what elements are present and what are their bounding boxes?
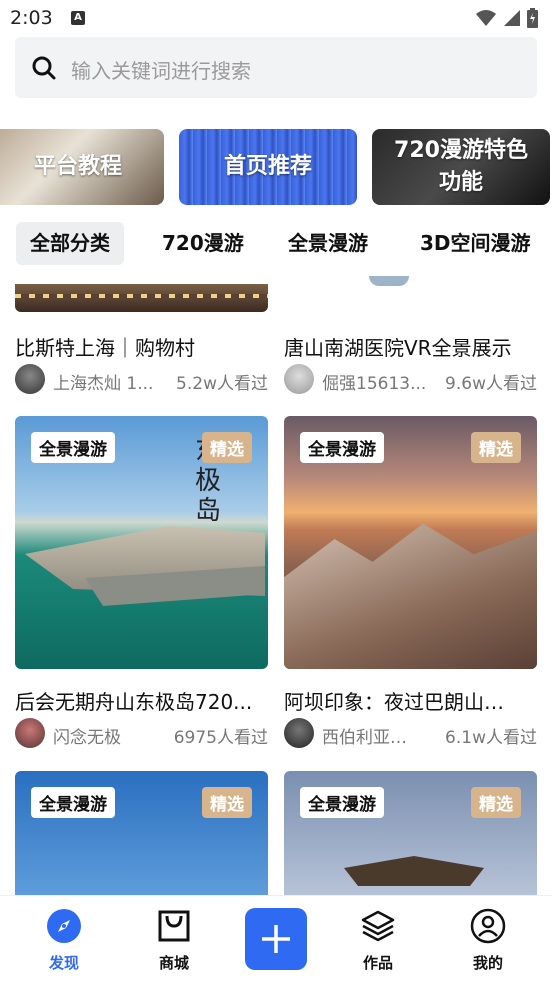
card-title: 后会无期舟山东极岛720... — [15, 690, 253, 714]
nav-label: 我的 — [472, 954, 503, 972]
nav-label: 商城 — [158, 954, 189, 972]
tab-panorama[interactable]: 全景漫游 — [288, 222, 368, 265]
banner-label: 首页推荐 — [223, 154, 312, 179]
featured-badge: 精选 — [471, 787, 521, 818]
nav-mine[interactable]: 我的 — [458, 908, 518, 973]
category-tabs: 全部分类 720漫游 全景漫游 3D空间漫游 — [0, 222, 552, 266]
card-views: 9.6w人看过 — [445, 374, 537, 394]
signal-icon — [504, 10, 520, 26]
featured-badge: 精选 — [202, 787, 252, 818]
work-card[interactable]: 全景漫游 精选 — [15, 771, 268, 895]
plus-icon — [262, 925, 290, 953]
create-button[interactable] — [245, 908, 307, 970]
work-card[interactable]: 全景漫游 精选 — [284, 771, 537, 895]
card-author: 闪念无极 — [53, 728, 121, 748]
card-thumbnail — [15, 284, 268, 312]
compass-icon — [47, 909, 81, 943]
card-title: 阿坝印象：夜过巴朗山… — [284, 690, 504, 714]
card-views: 6.1w人看过 — [445, 728, 537, 748]
notification-a-icon: A — [71, 11, 85, 25]
card-meta: 闪念无极 6975人看过 — [15, 718, 268, 750]
status-time: 2:03 — [10, 7, 53, 29]
card-title: 唐山南湖医院VR全景展示 — [284, 336, 512, 360]
shopping-bag-icon — [158, 910, 190, 942]
card-views: 6975人看过 — [173, 728, 268, 748]
nav-works[interactable]: 作品 — [348, 908, 408, 973]
work-card[interactable]: 东极岛 全景漫游 精选 后会无期舟山东极岛720... 闪念无极 6975人看过 — [15, 416, 268, 751]
wifi-icon — [476, 10, 496, 26]
avatar — [284, 364, 314, 394]
card-meta: 西伯利亚… 6.1w人看过 — [284, 718, 537, 750]
card-author: 倔强15613... — [322, 374, 427, 394]
card-thumbnail — [369, 276, 409, 286]
search-bar[interactable]: 输入关键词进行搜索 — [15, 37, 537, 98]
work-card[interactable]: 全景漫游 精选 阿坝印象：夜过巴朗山… 西伯利亚… 6.1w人看过 — [284, 416, 537, 751]
card-meta: 倔强15613... 9.6w人看过 — [284, 364, 537, 396]
nav-label: 作品 — [362, 954, 393, 972]
tag-panorama: 全景漫游 — [300, 787, 384, 818]
avatar — [284, 718, 314, 748]
featured-badge: 精选 — [202, 432, 252, 463]
work-card[interactable]: 唐山南湖医院VR全景展示 倔强15613... 9.6w人看过 — [284, 276, 537, 399]
banner-label: 720漫游特色功能 — [394, 138, 528, 195]
card-title: 比斯特上海｜购物村 — [15, 336, 195, 360]
battery-icon — [527, 8, 538, 28]
search-icon — [32, 56, 56, 80]
tab-all[interactable]: 全部分类 — [16, 222, 124, 265]
nav-mall[interactable]: 商城 — [144, 908, 204, 973]
avatar — [15, 718, 45, 748]
avatar — [15, 364, 45, 394]
status-bar: 2:03 A — [0, 0, 552, 36]
card-author: 上海杰灿 1... — [53, 374, 154, 394]
nav-label: 发现 — [48, 954, 79, 972]
card-author: 西伯利亚… — [322, 728, 407, 748]
user-circle-icon — [470, 908, 506, 944]
card-meta: 上海杰灿 1... 5.2w人看过 — [15, 364, 268, 396]
banner-label: 平台教程 — [33, 154, 122, 179]
search-placeholder[interactable]: 输入关键词进行搜索 — [71, 55, 251, 84]
banner-tutorial[interactable]: 平台教程 — [0, 129, 164, 205]
bottom-nav: 发现 商城 作品 我的 — [0, 895, 552, 982]
status-icons — [475, 8, 538, 28]
layers-icon — [361, 910, 395, 942]
tag-panorama: 全景漫游 — [31, 787, 115, 818]
nav-discover[interactable]: 发现 — [34, 908, 94, 973]
banner-features[interactable]: 720漫游特色功能 — [372, 129, 550, 205]
tag-panorama: 全景漫游 — [31, 432, 115, 463]
tab-720[interactable]: 720漫游 — [162, 222, 244, 265]
banner-recommend[interactable]: 首页推荐 — [179, 129, 357, 205]
work-card[interactable]: 比斯特上海｜购物村 上海杰灿 1... 5.2w人看过 — [15, 284, 268, 399]
card-views: 5.2w人看过 — [176, 374, 268, 394]
tag-panorama: 全景漫游 — [300, 432, 384, 463]
featured-badge: 精选 — [471, 432, 521, 463]
tab-3d-space[interactable]: 3D空间漫游 — [420, 222, 531, 265]
